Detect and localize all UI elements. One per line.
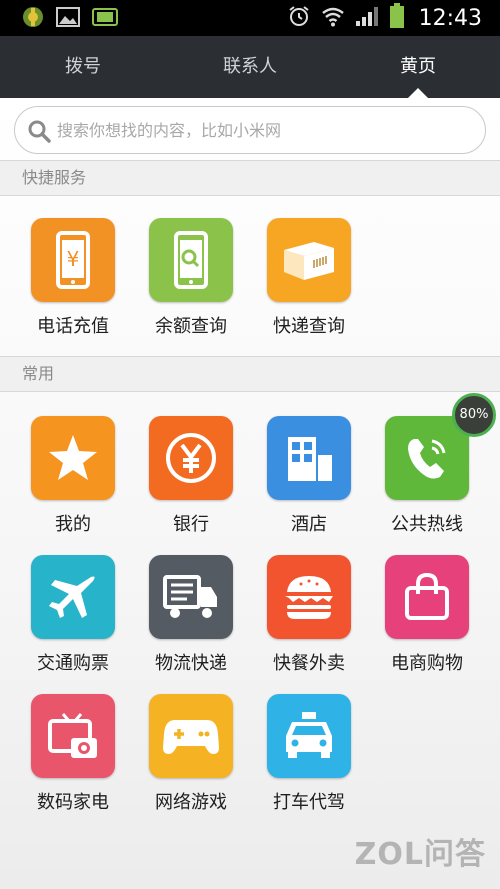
clock-time: 12:43 [418, 5, 482, 31]
burger-icon [267, 555, 351, 639]
yellow-pages-content: 快捷服务 ¥ 电话充值 余额查询 快递查询 常用 我的 银行 [0, 98, 500, 889]
tile-label: 电商购物 [391, 653, 463, 674]
tile-balance-search[interactable]: 余额查询 [141, 218, 241, 338]
active-tab-indicator [408, 88, 428, 98]
tile-label: 打车代驾 [273, 792, 345, 813]
app-notification-icon [22, 6, 44, 32]
section-header-quick-services: 快捷服务 [0, 160, 500, 196]
tile-label: 快递查询 [273, 316, 345, 337]
tile-online-games[interactable]: 网络游戏 [141, 694, 241, 814]
tv-camera-icon [31, 694, 115, 778]
tile-taxi[interactable]: 打车代驾 [259, 694, 359, 814]
tile-phone-recharge[interactable]: ¥ 电话充值 [23, 218, 123, 338]
alarm-icon [287, 4, 311, 32]
tile-label: 我的 [55, 514, 91, 535]
search-input[interactable] [57, 115, 467, 145]
wifi-icon [321, 5, 345, 31]
signal-icon [355, 5, 379, 31]
tile-label: 快餐外卖 [273, 653, 345, 674]
gamepad-icon [149, 694, 233, 778]
building-icon [267, 416, 351, 500]
tile-label: 余额查询 [155, 316, 227, 337]
search-icon [28, 120, 51, 143]
tile-label: 酒店 [291, 514, 327, 535]
tile-label: 公共热线 [391, 514, 463, 535]
tile-mine[interactable]: 我的 [23, 416, 123, 536]
taxi-icon [267, 694, 351, 778]
floating-memory-badge[interactable]: 80% [452, 393, 496, 437]
status-bar: 12:43 [0, 0, 500, 36]
tile-digital-appliances[interactable]: 数码家电 [23, 694, 123, 814]
sim-notification-icon [92, 8, 118, 30]
svg-text:¥: ¥ [67, 247, 80, 271]
tile-label: 银行 [173, 514, 209, 535]
tile-label: 数码家电 [37, 792, 109, 813]
shopping-bag-icon [385, 555, 469, 639]
section-header-common: 常用 [0, 356, 500, 392]
tile-label: 电话充值 [37, 316, 109, 337]
tab-dial[interactable]: 拨号 [3, 36, 163, 98]
tile-hotel[interactable]: 酒店 [259, 416, 359, 536]
tile-logistics[interactable]: 物流快递 [141, 555, 241, 675]
watermark: ZOL问答 [354, 837, 486, 872]
airplane-icon [31, 555, 115, 639]
tile-label: 交通购票 [37, 653, 109, 674]
package-icon [267, 218, 351, 302]
gallery-notification-icon [56, 7, 80, 31]
tile-bank[interactable]: 银行 [141, 416, 241, 536]
tile-label: 网络游戏 [155, 792, 227, 813]
tab-contacts[interactable]: 联系人 [170, 36, 330, 98]
battery-icon [389, 3, 405, 33]
tile-package-tracking[interactable]: 快递查询 [259, 218, 359, 338]
balance-search-icon [149, 218, 233, 302]
tile-fast-food[interactable]: 快餐外卖 [259, 555, 359, 675]
phone-recharge-icon: ¥ [31, 218, 115, 302]
tile-ecommerce[interactable]: 电商购物 [377, 555, 477, 675]
tile-label: 物流快递 [155, 653, 227, 674]
tile-transport-tickets[interactable]: 交通购票 [23, 555, 123, 675]
yuan-coin-icon [149, 416, 233, 500]
truck-icon [149, 555, 233, 639]
search-bar[interactable] [14, 106, 486, 154]
star-icon [31, 416, 115, 500]
